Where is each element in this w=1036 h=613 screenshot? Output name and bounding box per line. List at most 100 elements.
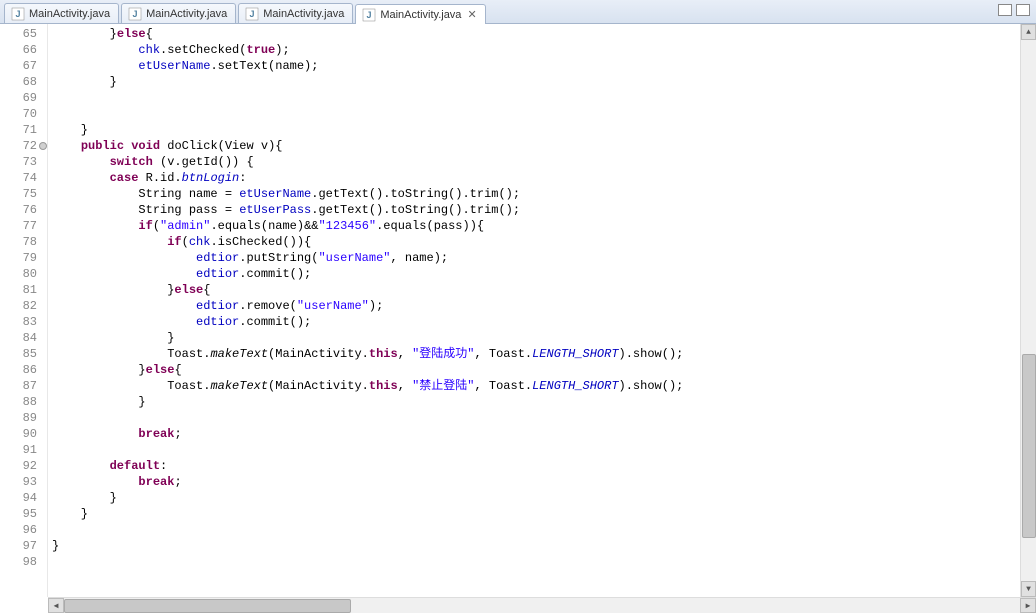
override-marker-icon[interactable]: [39, 142, 47, 150]
scroll-up-button[interactable]: ▲: [1021, 24, 1036, 40]
svg-text:J: J: [133, 9, 138, 19]
line-number: 87: [0, 378, 37, 394]
code-line[interactable]: chk.setChecked(true);: [52, 42, 1012, 58]
line-number: 84: [0, 330, 37, 346]
code-line[interactable]: [52, 410, 1012, 426]
code-line[interactable]: default:: [52, 458, 1012, 474]
code-line[interactable]: [52, 522, 1012, 538]
code-line[interactable]: etUserName.setText(name);: [52, 58, 1012, 74]
editor-tab-3[interactable]: J MainActivity.java ✕: [355, 4, 485, 24]
hscroll-track[interactable]: [64, 598, 1020, 613]
java-file-icon: J: [245, 7, 259, 21]
code-line[interactable]: String name = etUserName.getText().toStr…: [52, 186, 1012, 202]
code-line[interactable]: edtior.putString("userName", name);: [52, 250, 1012, 266]
line-number-gutter[interactable]: 6566676869707172737475767778798081828384…: [0, 24, 48, 597]
tab-label: MainActivity.java: [146, 8, 227, 20]
code-line[interactable]: }: [52, 74, 1012, 90]
line-number: 69: [0, 90, 37, 106]
code-line[interactable]: [52, 90, 1012, 106]
scroll-left-button[interactable]: ◀: [48, 598, 64, 613]
line-number: 76: [0, 202, 37, 218]
line-number: 95: [0, 506, 37, 522]
line-number: 86: [0, 362, 37, 378]
minimize-button[interactable]: [998, 4, 1012, 16]
vscroll-thumb[interactable]: [1022, 354, 1036, 538]
line-number: 72: [0, 138, 37, 154]
code-line[interactable]: }else{: [52, 362, 1012, 378]
editor-tab-1[interactable]: J MainActivity.java: [121, 3, 236, 23]
line-number: 88: [0, 394, 37, 410]
code-line[interactable]: [52, 554, 1012, 570]
code-line[interactable]: case R.id.btnLogin:: [52, 170, 1012, 186]
line-number: 90: [0, 426, 37, 442]
tab-bar: J MainActivity.java J MainActivity.java …: [0, 0, 1036, 24]
editor-tab-2[interactable]: J MainActivity.java: [238, 3, 353, 23]
line-number: 92: [0, 458, 37, 474]
line-number: 85: [0, 346, 37, 362]
code-line[interactable]: [52, 442, 1012, 458]
line-number: 78: [0, 234, 37, 250]
code-line[interactable]: edtior.remove("userName");: [52, 298, 1012, 314]
code-line[interactable]: }: [52, 394, 1012, 410]
code-line[interactable]: String pass = etUserPass.getText().toStr…: [52, 202, 1012, 218]
code-editor[interactable]: }else{ chk.setChecked(true); etUserName.…: [48, 24, 1012, 597]
svg-text:J: J: [367, 10, 372, 20]
line-number: 77: [0, 218, 37, 234]
code-line[interactable]: Toast.makeText(MainActivity.this, "登陆成功"…: [52, 346, 1012, 362]
editor-tab-0[interactable]: J MainActivity.java: [4, 3, 119, 23]
code-line[interactable]: public void doClick(View v){: [52, 138, 1012, 154]
line-number: 81: [0, 282, 37, 298]
window-controls: [998, 4, 1030, 16]
code-line[interactable]: }: [52, 506, 1012, 522]
line-number: 98: [0, 554, 37, 570]
svg-text:J: J: [15, 9, 20, 19]
line-number: 91: [0, 442, 37, 458]
scroll-down-button[interactable]: ▼: [1021, 581, 1036, 597]
horizontal-scrollbar[interactable]: ◀ ▶: [48, 597, 1036, 613]
code-line[interactable]: }: [52, 330, 1012, 346]
code-line[interactable]: }: [52, 490, 1012, 506]
line-number: 74: [0, 170, 37, 186]
vscroll-track[interactable]: [1021, 40, 1036, 581]
code-line[interactable]: }else{: [52, 282, 1012, 298]
vertical-scrollbar[interactable]: ▲ ▼: [1020, 24, 1036, 597]
line-number: 65: [0, 26, 37, 42]
code-line[interactable]: }else{: [52, 26, 1012, 42]
close-tab-icon[interactable]: ✕: [467, 8, 476, 21]
line-number: 75: [0, 186, 37, 202]
line-number: 89: [0, 410, 37, 426]
line-number: 68: [0, 74, 37, 90]
line-number: 66: [0, 42, 37, 58]
code-line[interactable]: [52, 106, 1012, 122]
code-line[interactable]: Toast.makeText(MainActivity.this, "禁止登陆"…: [52, 378, 1012, 394]
line-number: 73: [0, 154, 37, 170]
tab-label: MainActivity.java: [29, 8, 110, 20]
java-file-icon: J: [11, 7, 25, 21]
line-number: 83: [0, 314, 37, 330]
line-number: 82: [0, 298, 37, 314]
code-line[interactable]: if(chk.isChecked()){: [52, 234, 1012, 250]
code-line[interactable]: break;: [52, 426, 1012, 442]
scroll-right-button[interactable]: ▶: [1020, 598, 1036, 613]
tab-label: MainActivity.java: [380, 9, 461, 21]
code-line[interactable]: edtior.commit();: [52, 266, 1012, 282]
maximize-button[interactable]: [1016, 4, 1030, 16]
annotation-column: [1012, 24, 1020, 597]
line-number: 93: [0, 474, 37, 490]
line-number: 79: [0, 250, 37, 266]
code-line[interactable]: edtior.commit();: [52, 314, 1012, 330]
code-line[interactable]: switch (v.getId()) {: [52, 154, 1012, 170]
code-line[interactable]: }: [52, 538, 1012, 554]
hscroll-thumb[interactable]: [64, 599, 351, 613]
code-line[interactable]: }: [52, 122, 1012, 138]
java-file-icon: J: [128, 7, 142, 21]
svg-text:J: J: [250, 9, 255, 19]
code-line[interactable]: break;: [52, 474, 1012, 490]
line-number: 96: [0, 522, 37, 538]
line-number: 67: [0, 58, 37, 74]
line-number: 97: [0, 538, 37, 554]
line-number: 80: [0, 266, 37, 282]
editor-container: 6566676869707172737475767778798081828384…: [0, 24, 1036, 597]
tab-label: MainActivity.java: [263, 8, 344, 20]
code-line[interactable]: if("admin".equals(name)&&"123456".equals…: [52, 218, 1012, 234]
